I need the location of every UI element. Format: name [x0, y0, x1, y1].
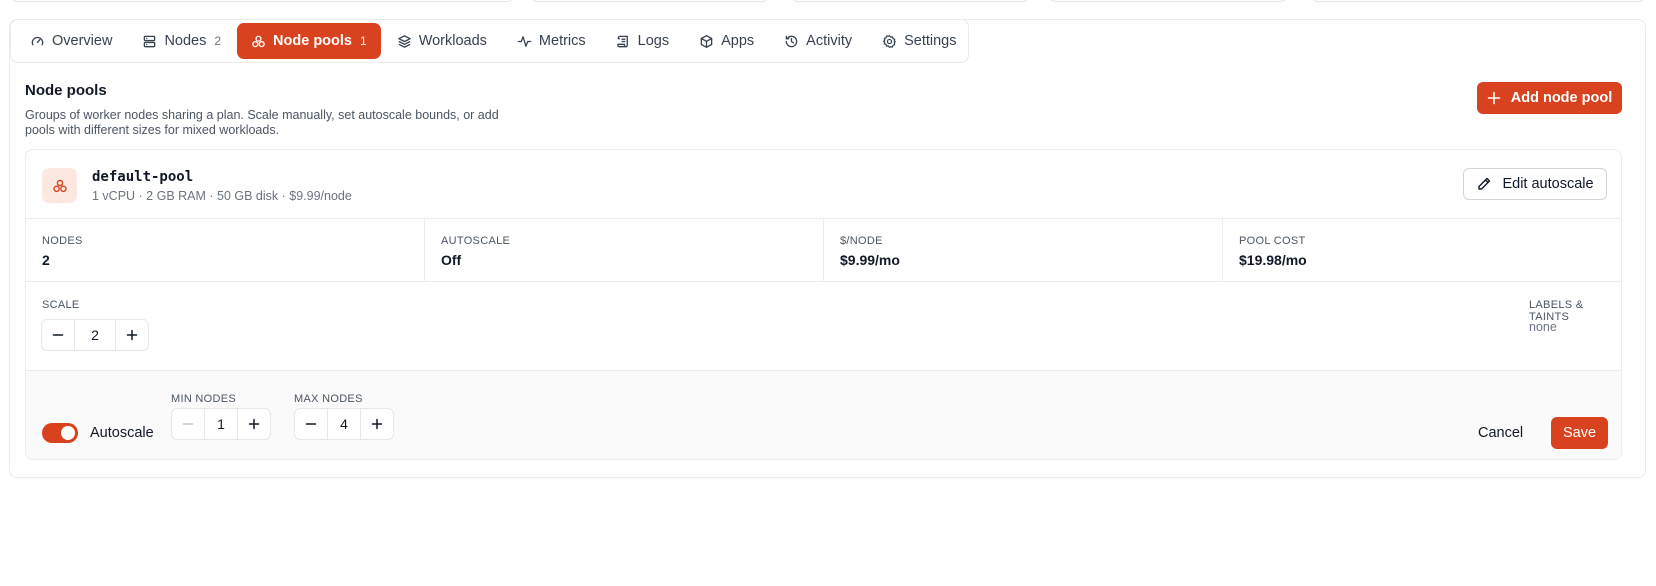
max-nodes-value[interactable]: 4: [327, 409, 361, 439]
tab-label: Nodes: [164, 33, 207, 49]
layers-icon: [397, 34, 411, 48]
min-decrement-button[interactable]: [172, 409, 204, 439]
stat-label: NODES: [42, 235, 83, 247]
node-pool-card: default-pool 1 vCPU · 2 GB RAM · 50 GB d…: [25, 149, 1622, 460]
tab-metrics[interactable]: Metrics: [503, 23, 600, 59]
max-nodes-stepper: 4: [294, 408, 394, 440]
autoscale-toggle[interactable]: [42, 423, 78, 443]
pool-avatar: [42, 168, 77, 203]
tab-activity[interactable]: Activity: [770, 23, 866, 59]
min-nodes-label: MIN NODES: [171, 393, 237, 405]
section-description: Groups of worker nodes sharing a plan. S…: [25, 108, 499, 137]
tab-label: Node pools: [273, 33, 352, 49]
tab-label: Settings: [904, 33, 957, 49]
stat-label: AUTOSCALE: [441, 235, 511, 247]
labels-taints-value: none: [1529, 320, 1557, 334]
minus-icon: [52, 334, 64, 336]
max-decrement-button[interactable]: [295, 409, 327, 439]
minus-icon: [182, 423, 194, 425]
stat-value: $9.99/mo: [840, 252, 900, 268]
plus-icon: [126, 329, 138, 341]
pool-spec: 1 vCPU · 2 GB RAM · 50 GB disk · $9.99/n…: [92, 189, 352, 203]
tab-nodes[interactable]: Nodes 2: [128, 23, 235, 59]
tab-apps[interactable]: Apps: [685, 23, 768, 59]
edit-autoscale-label: Edit autoscale: [1502, 176, 1594, 192]
tab-bar: Overview Nodes 2 Node pools 1 Workloads …: [10, 19, 969, 63]
tab-overview[interactable]: Overview: [16, 23, 126, 59]
scale-decrement-button[interactable]: [42, 320, 74, 350]
tab-logs[interactable]: Logs: [602, 23, 683, 59]
top-card-edge: [1310, 0, 1646, 2]
max-increment-button[interactable]: [361, 409, 393, 439]
top-card-edge: [10, 0, 515, 2]
pool-name: default-pool: [92, 169, 194, 185]
tab-label: Metrics: [538, 33, 586, 49]
tab-label: Workloads: [418, 33, 487, 49]
tab-node-pools[interactable]: Node pools 1: [237, 23, 381, 59]
plus-icon: [1487, 91, 1501, 105]
cancel-button[interactable]: Cancel: [1478, 417, 1523, 449]
node-pools-icon: [252, 35, 265, 47]
section-title: Node pools: [25, 82, 107, 99]
scale-value[interactable]: 2: [74, 320, 116, 350]
autoscale-toggle-label: Autoscale: [90, 425, 154, 441]
tab-count: 2: [214, 34, 222, 48]
stat-pool-cost: POOL COST $19.98/mo: [1223, 219, 1621, 281]
node-pools-icon: [52, 179, 67, 192]
max-nodes-label: MAX NODES: [294, 393, 363, 405]
tab-label: Activity: [806, 33, 853, 49]
stat-value: $19.98/mo: [1239, 252, 1307, 268]
add-node-pool-label: Add node pool: [1510, 90, 1613, 106]
tab-label: Overview: [52, 33, 113, 49]
scale-row: SCALE 2 LABELS & TAINTS none: [26, 282, 1621, 371]
scroll-icon: [616, 35, 628, 47]
scale-stepper: 2: [41, 319, 149, 351]
stat-autoscale: AUTOSCALE Off: [425, 219, 824, 281]
edit-autoscale-button[interactable]: Edit autoscale: [1463, 168, 1607, 200]
history-icon: [785, 35, 798, 47]
top-strip: [0, 0, 1656, 4]
autoscale-editor: Autoscale MIN NODES 1 MAX NODES 4 Cancel…: [26, 371, 1621, 459]
stat-price-per-node: $/NODE $9.99/mo: [824, 219, 1223, 281]
top-card-edge: [790, 0, 1030, 2]
save-button[interactable]: Save: [1551, 417, 1608, 449]
server-icon: [144, 35, 156, 47]
gear-icon: [883, 34, 897, 48]
min-nodes-value[interactable]: 1: [204, 409, 238, 439]
tab-label: Logs: [637, 33, 670, 49]
tab-workloads[interactable]: Workloads: [383, 23, 501, 59]
min-nodes-stepper: 1: [171, 408, 271, 440]
stat-value: Off: [441, 252, 462, 268]
plus-icon: [371, 418, 383, 430]
pool-header: default-pool 1 vCPU · 2 GB RAM · 50 GB d…: [26, 150, 1621, 219]
stat-value: 2: [42, 252, 50, 268]
tab-label: Apps: [721, 33, 755, 49]
toggle-knob: [61, 426, 75, 440]
stat-label: POOL COST: [1239, 235, 1306, 247]
pencil-icon: [1478, 177, 1491, 190]
minus-icon: [305, 423, 317, 425]
add-node-pool-button[interactable]: Add node pool: [1477, 82, 1622, 114]
gauge-icon: [31, 36, 44, 45]
top-card-edge: [530, 0, 770, 2]
plus-icon: [248, 418, 260, 430]
tab-count: 1: [360, 34, 367, 48]
stat-nodes: NODES 2: [26, 219, 425, 281]
package-icon: [700, 34, 713, 48]
section-header: Node pools Groups of worker nodes sharin…: [25, 82, 625, 138]
scale-label: SCALE: [42, 299, 80, 311]
stat-label: $/NODE: [840, 235, 883, 247]
tab-settings[interactable]: Settings: [868, 23, 970, 59]
min-increment-button[interactable]: [238, 409, 270, 439]
top-card-edge: [1048, 0, 1288, 2]
scale-increment-button[interactable]: [116, 320, 148, 350]
pool-stats: NODES 2 AUTOSCALE Off $/NODE $9.99/mo PO…: [26, 219, 1621, 282]
activity-icon: [517, 35, 532, 47]
